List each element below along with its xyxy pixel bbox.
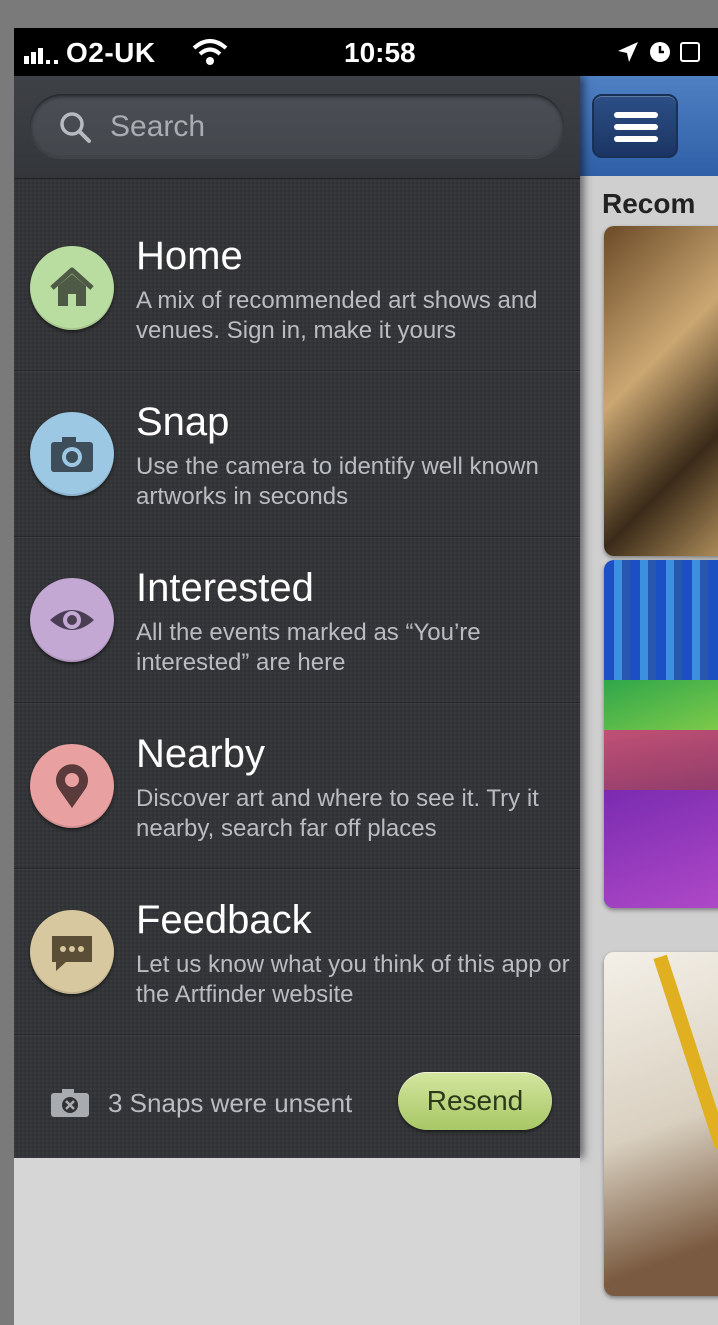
status-right-icons [616,38,700,66]
location-pin-icon [56,764,88,808]
eye-icon [50,610,94,630]
menu-item-title: Feedback [136,898,312,942]
menu-item-interested[interactable]: Interested All the events marked as “You… [14,536,580,703]
status-bar: O2-UK 10:58 [14,28,718,76]
hamburger-line [614,112,658,118]
phone-screen: O2-UK 10:58 Recom Search Home A mix of r… [14,28,718,1325]
unsent-snaps-row: 3 Snaps were unsent Resend [14,1038,580,1158]
menu-item-description: Use the camera to identify well known ar… [136,453,539,510]
alarm-clock-icon [650,42,670,62]
navigation-bar [580,76,718,176]
artwork-card[interactable] [604,560,718,908]
nearby-badge [30,744,114,828]
search-bar [14,76,580,179]
battery-icon [680,42,700,62]
menu-item-description: A mix of recommended art shows and venue… [136,287,538,344]
unsent-snaps-text: 3 Snaps were unsent [108,1088,353,1118]
menu-item-title: Interested [136,566,314,610]
snap-badge [30,412,114,496]
search-icon [60,112,91,143]
speech-bubble-icon [52,936,92,971]
hamburger-line [614,136,658,142]
menu-item-description: Discover art and where to see it. Try it… [136,785,539,842]
home-badge [30,246,114,330]
menu-item-title: Nearby [136,732,265,776]
clock: 10:58 [344,37,416,68]
menu-item-title: Snap [136,400,230,444]
menu-item-nearby[interactable]: Nearby Discover art and where to see it.… [14,702,580,869]
home-icon [50,267,94,306]
menu-item-description: All the events marked as “You’re interes… [136,619,481,676]
carrier-name: O2-UK [66,37,156,68]
camera-error-icon [51,1089,89,1117]
artwork-card[interactable] [604,226,718,556]
menu-item-snap[interactable]: Snap Use the camera to identify well kno… [14,370,580,537]
camera-icon [51,437,93,472]
wifi-icon [192,39,228,65]
search-field[interactable] [30,94,564,158]
sidebar-menu: Home A mix of recommended art shows and … [14,76,580,1158]
signal-strength-icon [24,48,58,64]
artwork-card[interactable] [604,952,718,1296]
resend-button[interactable]: Resend [398,1072,552,1130]
menu-toggle-button[interactable] [592,94,678,158]
hamburger-line [614,124,658,130]
menu-item-title: Home [136,234,243,278]
menu-item-feedback[interactable]: Feedback Let us know what you think of t… [14,868,580,1035]
section-heading: Recom [602,188,696,219]
feedback-badge [30,910,114,994]
photo-detail [653,954,718,1150]
menu-item-home[interactable]: Home A mix of recommended art shows and … [14,204,580,371]
location-arrow-icon [618,42,638,62]
search-input[interactable] [108,102,552,152]
menu-item-description: Let us know what you think of this app o… [136,951,570,1008]
interested-badge [30,578,114,662]
main-content: Recom [580,76,718,1325]
painting-detail [604,790,718,908]
sidebar-empty-area [14,1158,580,1325]
